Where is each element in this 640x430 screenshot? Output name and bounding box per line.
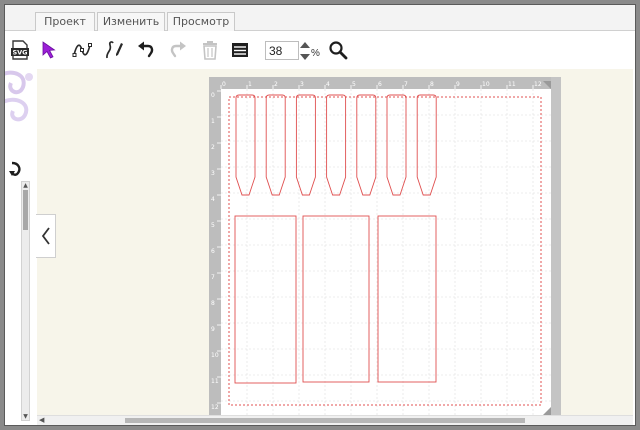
- hscrollbar-thumb[interactable]: [125, 418, 525, 423]
- zoom-stepper[interactable]: [299, 40, 311, 62]
- pen-icon: [106, 41, 123, 59]
- redo-icon: [170, 41, 186, 58]
- pen-tool-button[interactable]: [101, 37, 127, 63]
- ruler-top-label: 3: [300, 81, 304, 88]
- ruler-top-label: 1: [248, 81, 252, 88]
- delete-button[interactable]: [197, 37, 223, 63]
- ruler-top-label: 5: [352, 81, 356, 88]
- ruler-top-label: 9: [456, 81, 460, 88]
- ruler-top-label: 8: [430, 81, 434, 88]
- ruler-left-label: 1: [211, 118, 215, 125]
- tab-bar: Проект Изменить Просмотр: [5, 5, 635, 31]
- tab-view[interactable]: Просмотр: [167, 12, 235, 31]
- undo-icon: [138, 41, 154, 58]
- scroll-left-icon[interactable]: ◀: [39, 416, 44, 425]
- ruler-top-label: 4: [326, 81, 330, 88]
- left-panel: ▲ ▼: [5, 69, 37, 425]
- node-edit-button[interactable]: [69, 37, 95, 63]
- chevron-down-icon[interactable]: [300, 54, 310, 60]
- ruler-top-label: 0: [222, 81, 226, 88]
- scrollbar-thumb[interactable]: [23, 190, 28, 230]
- ruler-left-label: 2: [211, 144, 215, 151]
- collapse-panel-button[interactable]: [36, 214, 56, 258]
- ruler-left-label: 7: [211, 274, 215, 281]
- canvas-workspace[interactable]: 0 1 2 3 4 5 6 7 8 9 10 11 12 0 1 2 3 4 5 6 7 8 9 10 11 12: [37, 69, 633, 415]
- ruler-left-label: 11: [211, 378, 219, 385]
- scroll-up-icon[interactable]: ▲: [22, 182, 29, 189]
- rotate-icon[interactable]: [9, 159, 23, 181]
- ruler-left-label: 4: [211, 196, 215, 203]
- select-tool-button[interactable]: [37, 37, 63, 63]
- ruler-top-label: 12: [534, 81, 542, 88]
- layers-button[interactable]: [227, 37, 253, 63]
- tab-edit[interactable]: Изменить: [97, 12, 165, 31]
- horizontal-scrollbar[interactable]: ◀: [37, 415, 633, 425]
- ruler-top-label: 6: [378, 81, 382, 88]
- undo-button[interactable]: [133, 37, 159, 63]
- cutting-mat-rulers: 0 1 2 3 4 5 6 7 8 9 10 11 12 0123456789101112: [209, 77, 561, 415]
- svg-import-icon: SVG: [11, 40, 29, 60]
- chevron-up-icon[interactable]: [300, 42, 310, 48]
- trash-icon: [203, 41, 217, 60]
- redo-button[interactable]: [165, 37, 191, 63]
- node-edit-icon: [72, 43, 92, 57]
- ruler-left-label: 0: [211, 92, 215, 99]
- ruler-top-label: 2: [274, 81, 278, 88]
- ruler-top-label: 10: [482, 81, 490, 88]
- left-panel-scrollbar[interactable]: ▲ ▼: [21, 181, 30, 421]
- svg-import-button[interactable]: SVG: [7, 37, 33, 63]
- scroll-down-icon[interactable]: ▼: [22, 413, 29, 420]
- magnifier-icon: [329, 41, 348, 60]
- svg-text:SVG: SVG: [12, 49, 27, 57]
- tab-project[interactable]: Проект: [35, 12, 95, 31]
- select-arrow-icon: [42, 41, 56, 59]
- ruler-left-label: 5: [211, 222, 215, 229]
- toolbar: SVG 38 %: [5, 32, 635, 68]
- chevron-left-icon: [41, 227, 50, 245]
- zoom-unit-label: %: [311, 48, 320, 59]
- ruler-top-label: 7: [404, 81, 408, 88]
- ruler-left-label: 6: [211, 248, 215, 255]
- layers-icon: [232, 43, 248, 57]
- ruler-left-label: 9: [211, 326, 215, 333]
- ruler-top-label: 11: [508, 81, 516, 88]
- zoom-input[interactable]: [265, 41, 299, 60]
- app-window: Проект Изменить Просмотр SVG 38 % ▲ ▼ 0 …: [4, 4, 636, 426]
- ruler-left-label: 10: [211, 352, 219, 359]
- ruler-left-label: 3: [211, 170, 215, 177]
- ruler-left-label: 12: [211, 404, 219, 411]
- decorative-swirl-icon: [5, 70, 33, 122]
- ruler-left-label: 8: [211, 300, 215, 307]
- zoom-search-button[interactable]: [325, 37, 351, 63]
